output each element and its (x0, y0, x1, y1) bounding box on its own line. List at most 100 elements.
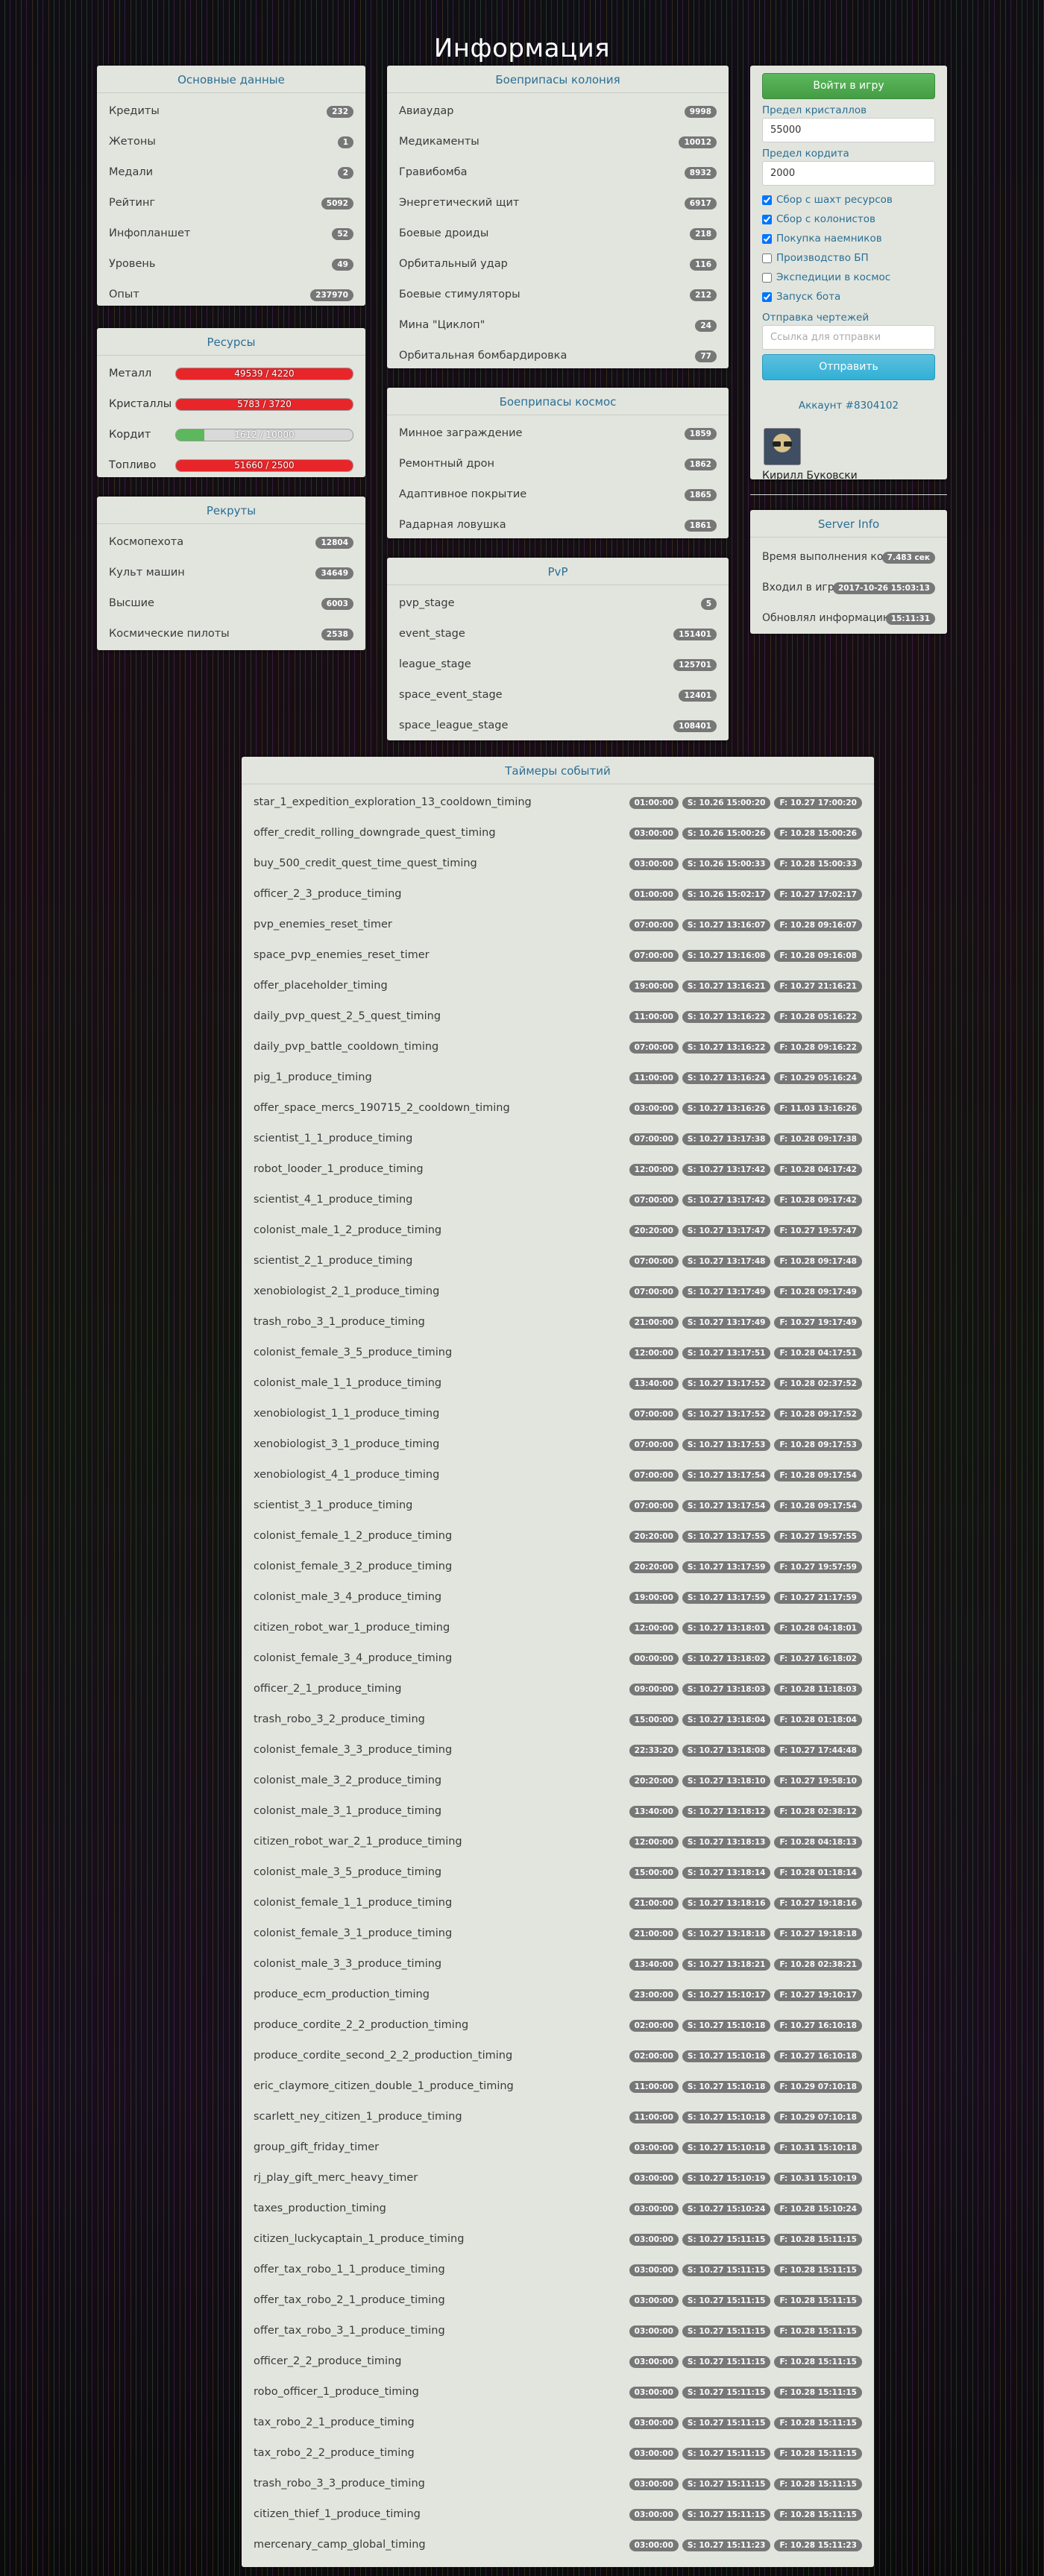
timer-badges: 11:00:00 S: 10.27 13:16:22 F: 10.28 05:16:… (629, 1010, 862, 1023)
timer-row: produce_ecm_production_timing 23:00:00 S: … (242, 1980, 874, 2010)
mine-collect-checkbox[interactable] (762, 195, 772, 205)
timer-name: offer_tax_robo_3_1_produce_timing (254, 2325, 445, 2337)
blueprint-link-input[interactable] (762, 325, 935, 350)
timer-finish-badge: F: 10.31 15:10:19 (774, 2172, 862, 2185)
timer-start-badge: S: 10.27 13:16:07 (682, 919, 771, 931)
timer-badges: 11:00:00 S: 10.27 15:10:18 F: 10.29 07:10:… (629, 2080, 862, 2093)
timer-finish-badge: F: 10.28 15:11:15 (774, 2264, 862, 2276)
avatar[interactable] (764, 428, 801, 465)
login-button[interactable]: Войти в игру (762, 73, 935, 99)
timer-row: colonist_female_1_1_produce_timing 21:00:… (242, 1888, 874, 1918)
timer-duration-badge: 12:00:00 (629, 1622, 679, 1634)
timer-finish-badge: F: 10.27 19:58:10 (774, 1774, 862, 1787)
produce-ammo-checkbox[interactable] (762, 253, 772, 263)
timer-badges: 02:00:00 S: 10.27 15:10:18 F: 10.27 16:10:… (629, 2050, 862, 2062)
option-colonist-collect[interactable]: Сбор с колонистов (762, 210, 935, 229)
timer-name: trash_robo_3_3_produce_timing (254, 2478, 425, 2490)
item-label: Орбитальный удар (399, 258, 508, 270)
item-value-badge: 10012 (679, 136, 717, 148)
timer-row: citizen_robot_war_1_produce_timing 12:00:… (242, 1613, 874, 1643)
timer-row: colonist_female_3_2_produce_timing 20:20:… (242, 1552, 874, 1582)
list-item: Время выполнения кода 7.483 сек (750, 542, 947, 573)
option-produce-ammo[interactable]: Производство БП (762, 248, 935, 268)
timer-badges: 07:00:00 S: 10.27 13:16:07 F: 10.28 09:16:… (629, 919, 862, 931)
user-name[interactable]: Кирилл Буковски (762, 470, 947, 482)
item-value-badge: 9998 (684, 105, 717, 118)
option-space-expeditions[interactable]: Экспедиции в космос (762, 268, 935, 287)
timer-duration-badge: 15:00:00 (629, 1866, 679, 1879)
list-item: Орбитальный удар 116 (387, 249, 729, 280)
cordite-limit-input[interactable] (762, 161, 935, 186)
timer-start-badge: S: 10.27 13:17:59 (682, 1561, 771, 1573)
timer-name: scientist_4_1_produce_timing (254, 1194, 413, 1206)
divider (750, 494, 947, 495)
timer-name: robo_officer_1_produce_timing (254, 2386, 419, 2398)
item-label: Высшие (109, 597, 154, 609)
timer-start-badge: S: 10.27 13:16:26 (682, 1102, 771, 1115)
item-value-badge: 151401 (673, 628, 717, 640)
item-value-badge: 237970 (310, 289, 353, 301)
timer-start-badge: S: 10.27 13:17:52 (682, 1408, 771, 1420)
timer-name: citizen_thief_1_produce_timing (254, 2508, 421, 2520)
timer-start-badge: S: 10.27 13:18:02 (682, 1652, 771, 1665)
timer-finish-badge: F: 10.28 04:18:13 (774, 1836, 862, 1848)
item-value-badge: 6003 (321, 597, 353, 610)
timer-name: citizen_robot_war_1_produce_timing (254, 1622, 450, 1634)
timer-badges: 03:00:00 S: 10.26 15:00:26 F: 10.28 15:00:… (629, 827, 862, 840)
timer-duration-badge: 20:20:00 (629, 1224, 679, 1237)
timer-row: star_1_expedition_exploration_13_cooldow… (242, 787, 874, 818)
timer-row: officer_2_1_produce_timing 09:00:00 S: 10.… (242, 1674, 874, 1704)
timer-row: rj_play_gift_merc_heavy_timer 03:00:00 S: … (242, 2163, 874, 2194)
timer-badges: 21:00:00 S: 10.27 13:18:16 F: 10.27 19:18:… (629, 1897, 862, 1909)
timer-name: colonist_male_3_1_produce_timing (254, 1805, 442, 1817)
timer-finish-badge: F: 10.27 19:57:59 (774, 1561, 862, 1573)
item-label: Инфопланшет (109, 227, 191, 239)
timer-duration-badge: 03:00:00 (629, 2233, 679, 2246)
option-mine-collect[interactable]: Сбор с шахт ресурсов (762, 190, 935, 210)
timer-name: officer_2_1_produce_timing (254, 1683, 402, 1695)
space-ammo-panel: Боеприпасы космос Минное заграждение 1859… (387, 388, 729, 538)
timer-finish-badge: F: 10.27 21:16:21 (774, 980, 862, 992)
timer-name: colonist_female_3_1_produce_timing (254, 1927, 453, 1939)
timer-badges: 21:00:00 S: 10.27 13:17:49 F: 10.27 19:17:… (629, 1316, 862, 1329)
timer-row: colonist_male_3_5_produce_timing 15:00:00… (242, 1857, 874, 1888)
account-link[interactable]: Аккаунт #8304102 (750, 400, 947, 412)
timer-name: colonist_female_1_2_produce_timing (254, 1530, 453, 1542)
item-label: Время выполнения кода (762, 551, 897, 563)
timer-start-badge: S: 10.27 13:16:24 (682, 1071, 771, 1084)
timer-row: xenobiologist_1_1_produce_timing 07:00:00… (242, 1399, 874, 1429)
timer-start-badge: S: 10.27 13:17:54 (682, 1469, 771, 1481)
timer-badges: 13:40:00 S: 10.27 13:17:52 F: 10.28 02:37:… (629, 1377, 862, 1390)
recruits-title: Рекруты (97, 497, 365, 524)
option-run-bot[interactable]: Запуск бота (762, 287, 935, 306)
timer-name: space_pvp_enemies_reset_timer (254, 949, 430, 961)
timer-finish-badge: F: 10.28 15:00:26 (774, 827, 862, 840)
timer-start-badge: S: 10.27 13:17:47 (682, 1224, 771, 1237)
buy-mercs-checkbox[interactable] (762, 233, 772, 244)
timer-badges: 07:00:00 S: 10.27 13:17:52 F: 10.28 09:17:… (629, 1408, 862, 1420)
space-expeditions-checkbox[interactable] (762, 272, 772, 283)
timer-name: colonist_male_1_2_produce_timing (254, 1224, 442, 1236)
produce-ammo-label: Производство БП (776, 252, 869, 264)
timer-badges: 20:20:00 S: 10.27 13:17:59 F: 10.27 19:57:… (629, 1561, 862, 1573)
timer-name: officer_2_2_produce_timing (254, 2355, 402, 2367)
crystal-limit-input[interactable] (762, 118, 935, 142)
timer-start-badge: S: 10.27 13:17:54 (682, 1499, 771, 1512)
list-item: Мина "Циклоп" 24 (387, 310, 729, 341)
item-value-badge: 2017-10-26 15:03:13 (832, 582, 935, 594)
item-value-badge: 7.483 сек (881, 551, 935, 564)
timer-start-badge: S: 10.27 15:11:15 (682, 2325, 771, 2337)
timer-finish-badge: F: 10.28 09:16:07 (774, 919, 862, 931)
item-value-badge: 5 (700, 597, 717, 610)
run-bot-checkbox[interactable] (762, 292, 772, 302)
timer-finish-badge: F: 10.28 15:11:15 (774, 2478, 862, 2490)
resource-progress-bar: 5783 / 3720 (175, 398, 353, 411)
page-title: Информация (433, 33, 611, 63)
timer-duration-badge: 03:00:00 (629, 827, 679, 840)
timer-row: xenobiologist_4_1_produce_timing 07:00:00… (242, 1460, 874, 1490)
option-buy-mercs[interactable]: Покупка наемников (762, 229, 935, 248)
colonist-collect-checkbox[interactable] (762, 214, 772, 224)
timer-name: star_1_expedition_exploration_13_cooldow… (254, 796, 532, 808)
send-button[interactable]: Отправить (762, 354, 935, 380)
timer-row: space_pvp_enemies_reset_timer 07:00:00 S: … (242, 940, 874, 971)
